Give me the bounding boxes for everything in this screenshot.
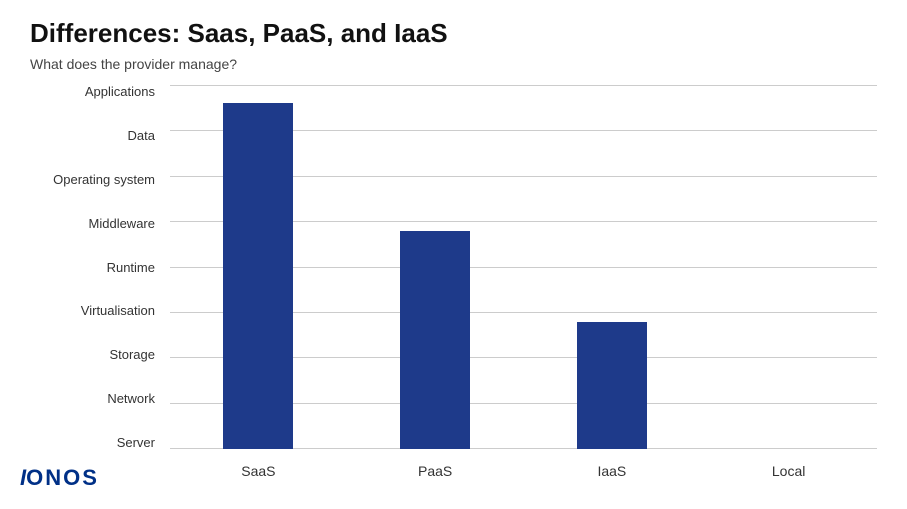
chart-area: SaaSPaaSIaaSLocal [170, 85, 877, 449]
y-label-virtualisation: Virtualisation [0, 304, 165, 317]
ionos-logo: I ONOS [20, 465, 99, 491]
y-label-applications: Applications [0, 85, 165, 98]
bar-label-local: Local [749, 463, 829, 479]
bar-group-paas: PaaS [347, 85, 524, 449]
bar-group-iaas: IaaS [524, 85, 701, 449]
bar-group-local: Local [700, 85, 877, 449]
bar-paas [400, 231, 470, 449]
bar-label-iaas: IaaS [572, 463, 652, 479]
y-label-operating-system: Operating system [0, 173, 165, 186]
y-label-data: Data [0, 129, 165, 142]
logo-text: ONOS [26, 465, 99, 491]
bars-container: SaaSPaaSIaaSLocal [170, 85, 877, 449]
chart-subtitle: What does the provider manage? [30, 56, 237, 72]
chart-title: Differences: Saas, PaaS, and IaaS [30, 18, 448, 49]
bar-label-saas: SaaS [218, 463, 298, 479]
y-label-runtime: Runtime [0, 261, 165, 274]
y-label-network: Network [0, 392, 165, 405]
bar-label-paas: PaaS [395, 463, 475, 479]
y-label-storage: Storage [0, 348, 165, 361]
y-axis-labels: Applications Data Operating system Middlewa… [0, 85, 165, 449]
bar-group-saas: SaaS [170, 85, 347, 449]
bar-iaas [577, 322, 647, 449]
y-label-server: Server [0, 436, 165, 449]
chart-container: Differences: Saas, PaaS, and IaaS What d… [0, 0, 907, 509]
y-label-middleware: Middleware [0, 217, 165, 230]
bar-saas [223, 103, 293, 449]
